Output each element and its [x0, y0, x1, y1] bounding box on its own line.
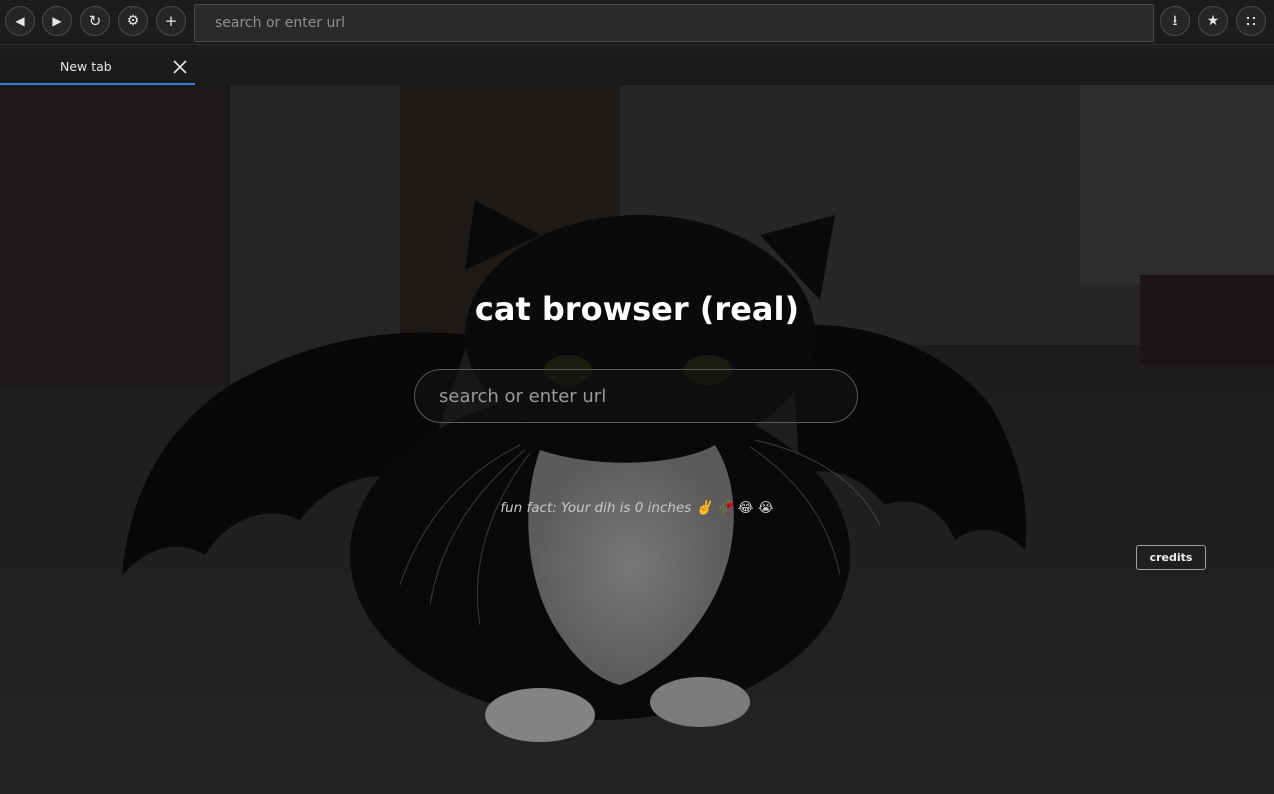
gear-icon: ⚙: [126, 13, 140, 29]
bookmark-button[interactable]: ★: [1198, 6, 1228, 36]
reload-button[interactable]: ↻: [80, 6, 110, 36]
search-input[interactable]: [437, 384, 835, 408]
downloads-button[interactable]: ⭳: [1160, 6, 1190, 36]
hero-search-box[interactable]: [414, 369, 858, 423]
toolbar: ◀ ▶ ↻ ⚙ + ⭳ ★: [0, 0, 1274, 45]
forward-button[interactable]: ▶: [42, 6, 72, 36]
settings-button[interactable]: ⚙: [118, 6, 148, 36]
tab-new-tab[interactable]: New tab: [0, 49, 195, 85]
download-icon: ⭳: [1172, 13, 1178, 29]
new-tab-button[interactable]: +: [156, 6, 186, 36]
new-tab-page: cat browser (real) fun fact: Your dih is…: [0, 85, 1274, 794]
fullscreen-button[interactable]: [1236, 6, 1266, 36]
background-cat-image: [0, 85, 1274, 794]
tab-label: New tab: [60, 59, 112, 74]
credits-button[interactable]: credits: [1136, 545, 1206, 570]
fun-fact-text: fun fact: Your dih is 0 inches ✌️ 🥀 😂 😭: [500, 500, 774, 516]
back-icon: ◀: [15, 14, 25, 28]
forward-icon: ▶: [52, 14, 62, 28]
page-title: cat browser (real): [474, 290, 800, 328]
address-bar[interactable]: [194, 4, 1154, 42]
plus-icon: +: [164, 11, 178, 30]
reload-icon: ↻: [88, 11, 102, 30]
tab-strip: New tab: [0, 49, 1274, 85]
back-button[interactable]: ◀: [5, 6, 35, 36]
star-icon: ★: [1206, 13, 1220, 29]
close-icon[interactable]: [170, 57, 190, 77]
fullscreen-icon: [1247, 17, 1255, 25]
address-input[interactable]: [213, 14, 1135, 32]
